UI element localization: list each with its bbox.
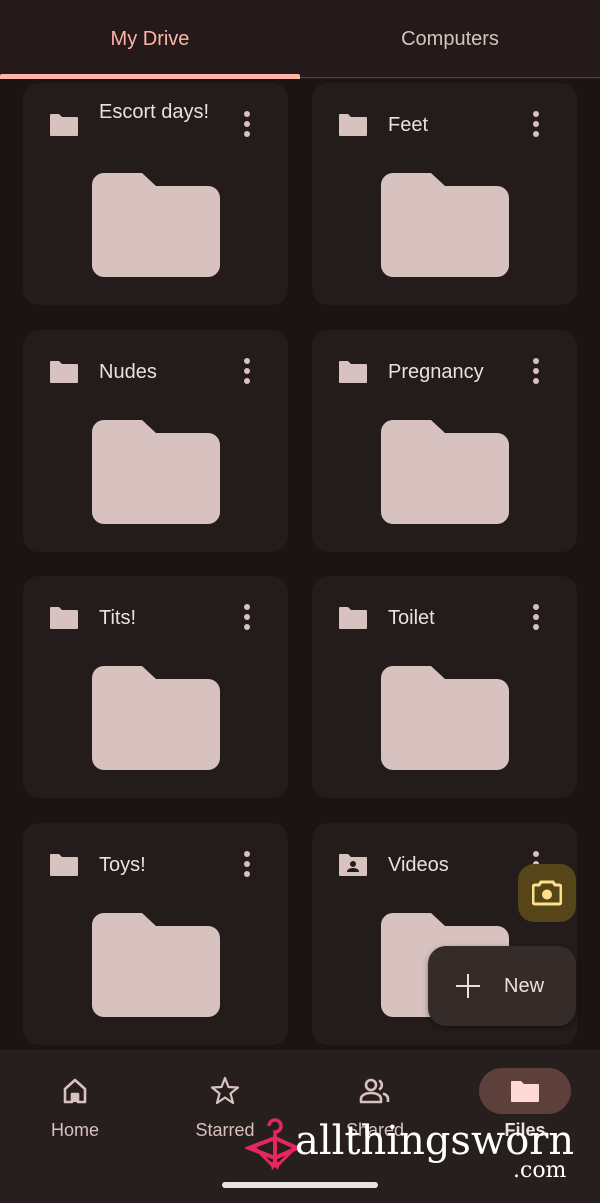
folder-thumbnail-icon — [92, 420, 220, 524]
nav-files[interactable]: Files — [450, 1068, 600, 1158]
more-options-button[interactable] — [235, 356, 259, 386]
folder-card[interactable]: Nudes — [23, 330, 288, 552]
folder-name: Tits! — [99, 607, 137, 629]
folder-name: Feet — [388, 114, 429, 136]
folder-icon — [50, 361, 78, 383]
folder-name: Nudes — [99, 361, 157, 383]
more-options-button[interactable] — [524, 602, 548, 632]
more-vert-icon — [244, 111, 250, 117]
nav-files-label: Files — [504, 1120, 546, 1140]
nav-home-label: Home — [50, 1120, 99, 1140]
folder-card[interactable]: Toys! — [23, 823, 288, 1045]
nav-shared-label: Shared — [345, 1120, 405, 1140]
folder-thumbnail-icon — [92, 173, 220, 277]
folder-name: Toys! — [99, 854, 146, 876]
folder-icon — [339, 607, 367, 629]
tab-bar: My Drive Computers — [0, 0, 600, 79]
more-vert-icon — [533, 111, 539, 117]
folder-icon — [50, 114, 78, 136]
tab-computers[interactable]: Computers — [300, 0, 600, 78]
home-icon — [63, 1078, 87, 1104]
folder-name: Videos — [388, 854, 449, 876]
folder-name: Toilet — [388, 607, 435, 629]
active-nav-pill — [479, 1068, 571, 1114]
nav-home[interactable]: Home — [0, 1068, 150, 1158]
folder-icon — [339, 114, 367, 136]
more-options-button[interactable] — [235, 602, 259, 632]
camera-icon — [532, 880, 562, 906]
shared-people-icon — [359, 1078, 390, 1104]
more-vert-icon — [244, 604, 250, 610]
folder-icon — [339, 361, 367, 383]
folder-card[interactable]: Toilet — [312, 576, 577, 798]
folder-card[interactable]: Tits! — [23, 576, 288, 798]
folder-icon — [50, 607, 78, 629]
tab-my-drive[interactable]: My Drive — [0, 0, 300, 78]
new-button-label: New — [504, 974, 545, 997]
more-vert-icon — [244, 851, 250, 857]
more-options-button[interactable] — [524, 356, 548, 386]
more-options-button[interactable] — [235, 849, 259, 879]
more-options-button[interactable] — [235, 109, 259, 139]
plus-icon — [454, 972, 482, 1000]
nav-starred[interactable]: Starred — [150, 1068, 300, 1158]
shared-folder-icon — [339, 854, 367, 876]
folder-card[interactable]: Feet — [312, 83, 577, 305]
home-indicator[interactable] — [222, 1182, 378, 1188]
nav-shared[interactable]: Shared — [300, 1068, 450, 1158]
folder-icon — [511, 1081, 539, 1102]
more-vert-icon — [533, 851, 539, 857]
folder-card[interactable]: Pregnancy — [312, 330, 577, 552]
folder-thumbnail-icon — [381, 666, 509, 770]
more-vert-icon — [533, 358, 539, 364]
scan-camera-button[interactable] — [518, 864, 576, 922]
nav-starred-label: Starred — [195, 1120, 255, 1140]
folder-name: Pregnancy — [388, 361, 484, 383]
folder-icon — [50, 854, 78, 876]
more-vert-icon — [244, 358, 250, 364]
folder-thumbnail-icon — [92, 666, 220, 770]
more-options-button[interactable] — [524, 109, 548, 139]
star-icon — [210, 1076, 240, 1105]
new-button[interactable]: New — [428, 946, 576, 1026]
more-vert-icon — [533, 604, 539, 610]
folder-name: Escort days! — [99, 101, 210, 123]
folder-grid: Escort days! Feet Nudes Pregnancy Tits! Toile… — [0, 79, 600, 1050]
folder-card[interactable]: Escort days! — [23, 83, 288, 305]
bottom-navigation: Home Starred Shared Files — [0, 1050, 600, 1203]
folder-thumbnail-icon — [381, 420, 509, 524]
folder-thumbnail-icon — [92, 913, 220, 1017]
folder-thumbnail-icon — [381, 173, 509, 277]
